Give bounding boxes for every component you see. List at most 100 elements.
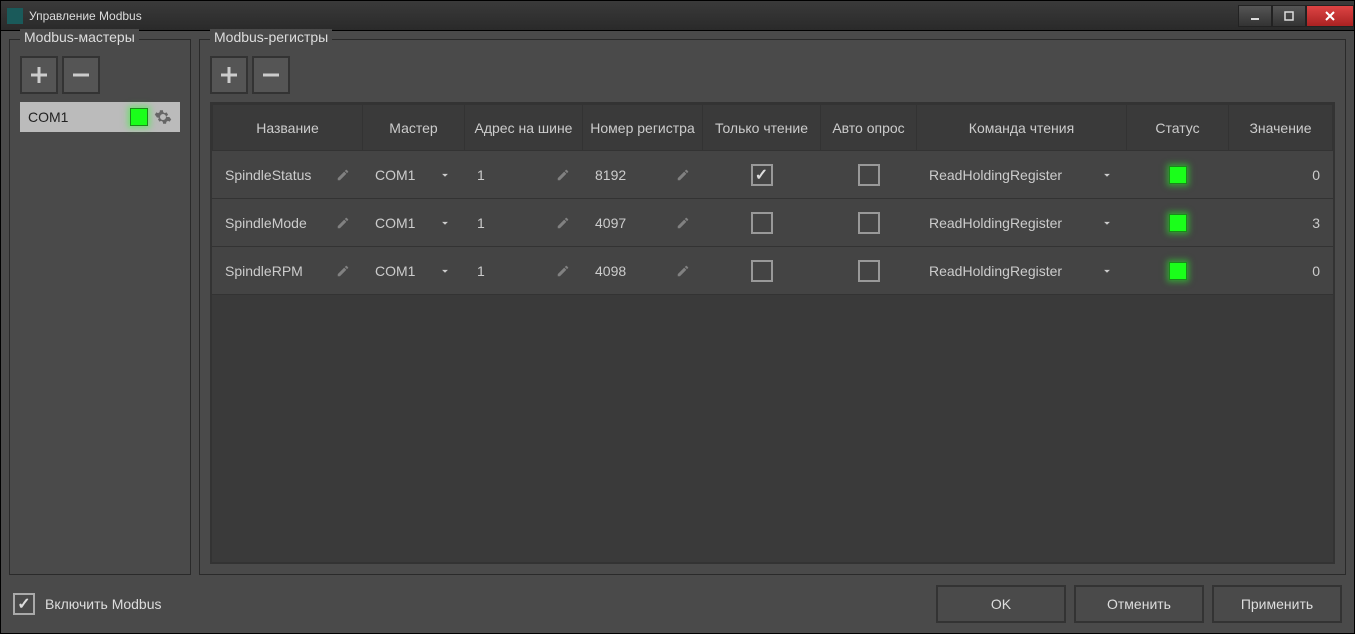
col-status: Статус xyxy=(1127,105,1229,151)
chevron-down-icon xyxy=(438,168,452,182)
col-master: Мастер xyxy=(363,105,465,151)
name-text: SpindleStatus xyxy=(225,167,328,183)
pencil-icon xyxy=(676,216,690,230)
pencil-icon xyxy=(676,168,690,182)
maximize-button[interactable] xyxy=(1272,5,1306,27)
chevron-down-icon xyxy=(438,216,452,230)
autopoll-checkbox[interactable] xyxy=(858,260,880,282)
status-indicator xyxy=(130,108,148,126)
cell-master[interactable]: COM1 xyxy=(363,247,464,294)
cell-status xyxy=(1127,199,1228,246)
cell-name[interactable]: SpindleRPM xyxy=(213,247,362,294)
masters-panel-label: Modbus-мастеры xyxy=(20,29,139,45)
cell-auto xyxy=(821,247,916,294)
cell-status xyxy=(1127,151,1228,198)
registers-panel-label: Modbus-регистры xyxy=(210,29,332,45)
window-controls xyxy=(1238,5,1354,27)
cell-reg[interactable]: 4098 xyxy=(583,247,702,294)
plus-icon xyxy=(218,64,240,86)
reg-text: 8192 xyxy=(595,167,668,183)
chevron-down-icon xyxy=(1100,168,1114,182)
addr-text: 1 xyxy=(477,263,548,279)
cell-cmd[interactable]: ReadHoldingRegister xyxy=(917,247,1126,294)
cmd-text: ReadHoldingRegister xyxy=(929,263,1092,279)
cell-addr[interactable]: 1 xyxy=(465,247,582,294)
cell-addr[interactable]: 1 xyxy=(465,199,582,246)
window-title: Управление Modbus xyxy=(29,9,142,23)
cell-val: 0 xyxy=(1229,151,1332,198)
pencil-icon xyxy=(336,216,350,230)
masters-panel: Modbus-мастеры COM1 xyxy=(9,39,191,575)
cell-cmd[interactable]: ReadHoldingRegister xyxy=(917,199,1126,246)
col-val: Значение xyxy=(1229,105,1333,151)
cell-ro xyxy=(703,199,820,246)
enable-modbus-label: Включить Modbus xyxy=(45,596,162,612)
pencil-icon xyxy=(676,264,690,278)
minimize-icon xyxy=(1250,11,1260,21)
app-icon xyxy=(7,8,23,24)
table-row: SpindleStatus COM1 1 8192 ReadHoldingRegiste… xyxy=(213,151,1333,199)
minus-icon xyxy=(70,64,92,86)
cmd-text: ReadHoldingRegister xyxy=(929,215,1092,231)
remove-master-button[interactable] xyxy=(62,56,100,94)
minus-icon xyxy=(260,64,282,86)
enable-modbus-checkbox[interactable] xyxy=(13,593,35,615)
chevron-down-icon xyxy=(438,264,452,278)
cell-name[interactable]: SpindleMode xyxy=(213,199,362,246)
readonly-checkbox[interactable] xyxy=(751,212,773,234)
master-text: COM1 xyxy=(375,263,430,279)
cmd-text: ReadHoldingRegister xyxy=(929,167,1092,183)
col-ro: Только чтение xyxy=(703,105,821,151)
cell-master[interactable]: COM1 xyxy=(363,151,464,198)
cell-auto xyxy=(821,199,916,246)
col-name: Название xyxy=(213,105,363,151)
cell-addr[interactable]: 1 xyxy=(465,151,582,198)
pencil-icon xyxy=(556,168,570,182)
apply-button[interactable]: Применить xyxy=(1212,585,1342,623)
cell-val: 0 xyxy=(1229,247,1332,294)
cell-reg[interactable]: 4097 xyxy=(583,199,702,246)
close-icon xyxy=(1324,10,1336,22)
cell-reg[interactable]: 8192 xyxy=(583,151,702,198)
plus-icon xyxy=(28,64,50,86)
col-reg: Номер регистра xyxy=(583,105,703,151)
registers-toolbar xyxy=(210,56,1335,94)
cell-cmd[interactable]: ReadHoldingRegister xyxy=(917,151,1126,198)
val-text: 0 xyxy=(1312,167,1320,183)
gear-icon[interactable] xyxy=(154,108,172,126)
master-item-com1[interactable]: COM1 xyxy=(20,102,180,132)
cell-ro xyxy=(703,247,820,294)
val-text: 3 xyxy=(1312,215,1320,231)
content: Modbus-мастеры COM1 xyxy=(1,31,1354,633)
close-button[interactable] xyxy=(1306,5,1354,27)
remove-register-button[interactable] xyxy=(252,56,290,94)
ok-button[interactable]: OK xyxy=(936,585,1066,623)
col-cmd: Команда чтения xyxy=(917,105,1127,151)
pencil-icon xyxy=(336,168,350,182)
master-text: COM1 xyxy=(375,167,430,183)
cancel-button[interactable]: Отменить xyxy=(1074,585,1204,623)
addr-text: 1 xyxy=(477,167,548,183)
readonly-checkbox[interactable] xyxy=(751,260,773,282)
status-indicator xyxy=(1169,262,1187,280)
cell-master[interactable]: COM1 xyxy=(363,199,464,246)
name-text: SpindleMode xyxy=(225,215,328,231)
pencil-icon xyxy=(556,264,570,278)
add-register-button[interactable] xyxy=(210,56,248,94)
table-row: SpindleRPM COM1 1 4098 ReadHoldingRegister 0 xyxy=(213,247,1333,295)
val-text: 0 xyxy=(1312,263,1320,279)
reg-text: 4098 xyxy=(595,263,668,279)
panels: Modbus-мастеры COM1 xyxy=(9,39,1346,575)
status-indicator xyxy=(1169,166,1187,184)
readonly-checkbox[interactable] xyxy=(751,164,773,186)
pencil-icon xyxy=(336,264,350,278)
cell-name[interactable]: SpindleStatus xyxy=(213,151,362,198)
minimize-button[interactable] xyxy=(1238,5,1272,27)
autopoll-checkbox[interactable] xyxy=(858,164,880,186)
footer-right: OK Отменить Применить xyxy=(936,585,1342,623)
chevron-down-icon xyxy=(1100,264,1114,278)
add-master-button[interactable] xyxy=(20,56,58,94)
autopoll-checkbox[interactable] xyxy=(858,212,880,234)
col-addr: Адрес на шине xyxy=(465,105,583,151)
registers-panel: Modbus-регистры Название Мастер xyxy=(199,39,1346,575)
